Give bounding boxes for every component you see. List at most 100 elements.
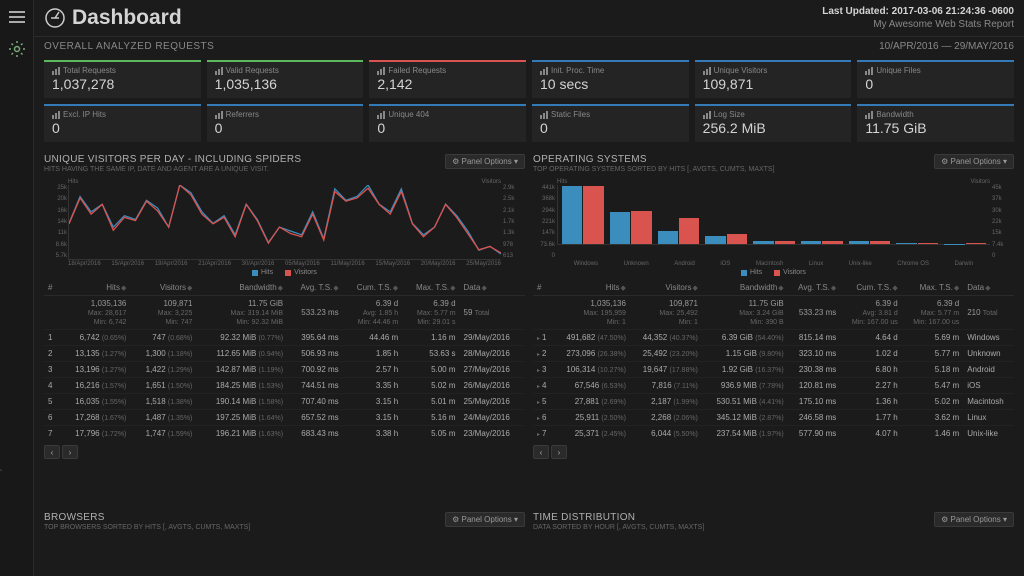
stat-value: 2,142 (377, 76, 518, 92)
line-chart: 25k20k16k14k11k8.6k5.7k 2.9k2.5k2.1k1.7k… (68, 185, 501, 260)
column-header[interactable]: # (533, 280, 553, 296)
stat-card: Unique Visitors109,871 (695, 60, 852, 98)
column-header[interactable]: Avg. T.S.◆ (287, 280, 343, 296)
stat-label: Unique 404 (377, 110, 518, 119)
chart-icon (703, 111, 711, 119)
chart-icon (52, 111, 60, 119)
column-header[interactable]: Data◆ (460, 280, 525, 296)
table-row: 516,035 (1.55%)1,518 (1.38%)190.14 MiB (… (44, 394, 525, 410)
chart-icon (703, 67, 711, 75)
gear-icon[interactable] (8, 40, 26, 58)
table-row: ▸625,911 (2.50%)2,268 (2.06%)345.12 MiB … (533, 410, 1014, 426)
table-row: ▸725,371 (2.45%)6,044 (5.50%)237.54 MiB … (533, 426, 1014, 442)
panel-title: OPERATING SYSTEMS (533, 154, 775, 165)
stats-grid: Total Requests1,037,278 Valid Requests1,0… (34, 56, 1024, 146)
prev-button[interactable]: ‹ (533, 445, 549, 459)
chart-icon (540, 111, 548, 119)
table-row: 16,742 (0.65%)747 (0.68%)92.32 MiB (0.77… (44, 330, 525, 346)
bar-visitors (631, 211, 651, 244)
column-header[interactable]: Cum. T.S.◆ (840, 280, 901, 296)
next-button[interactable]: › (62, 445, 78, 459)
bar-hits (658, 231, 678, 244)
bar-visitors (918, 243, 938, 244)
bar-hits (801, 241, 821, 244)
panel-options-button[interactable]: ⚙ Panel Options ▾ (934, 154, 1014, 169)
expand-icon[interactable]: ▸ (537, 368, 540, 374)
stat-label: Bandwidth (865, 110, 1006, 119)
column-header[interactable]: # (44, 280, 59, 296)
bar-hits (705, 236, 725, 244)
chart-icon (215, 67, 223, 75)
expand-icon[interactable]: ▸ (537, 416, 540, 422)
panel-subtitle: TOP OPERATING SYSTEMS SORTED BY HITS [, … (533, 166, 775, 173)
stat-card: Unique Files0 (857, 60, 1014, 98)
table-row: 416,216 (1.57%)1,651 (1.50%)184.25 MiB (… (44, 378, 525, 394)
main-content: Dashboard Last Updated: 2017-03-06 21:24… (34, 0, 1024, 576)
chart-icon (865, 67, 873, 75)
column-header[interactable]: Bandwidth◆ (702, 280, 788, 296)
chart-icon (377, 67, 385, 75)
table-row: 213,135 (1.27%)1,300 (1.18%)112.65 MiB (… (44, 346, 525, 362)
next-button[interactable]: › (551, 445, 567, 459)
panel-subtitle: HITS HAVING THE SAME IP, DATE AND AGENT … (44, 166, 301, 173)
stat-label: Unique Visitors (703, 66, 844, 75)
prev-button[interactable]: ‹ (44, 445, 60, 459)
stat-value: 1,035,136 (215, 76, 356, 92)
visitors-table: #Hits◆Visitors◆Bandwidth◆Avg. T.S.◆Cum. … (44, 280, 525, 441)
panel-options-button[interactable]: ⚙ Panel Options ▾ (445, 154, 525, 169)
column-header[interactable]: Cum. T.S.◆ (343, 280, 403, 296)
chart-icon (865, 111, 873, 119)
stat-label: Valid Requests (215, 66, 356, 75)
stat-label: Total Requests (52, 66, 193, 75)
stat-label: Static Files (540, 110, 681, 119)
stat-value: 109,871 (703, 76, 844, 92)
stat-label: Excl. IP Hits (52, 110, 193, 119)
bar-visitors (966, 243, 986, 244)
stat-card: Static Files0 (532, 104, 689, 142)
stat-value: 11.75 GiB (865, 120, 1006, 136)
expand-icon[interactable]: ▸ (537, 336, 540, 342)
stat-card: Excl. IP Hits0 (44, 104, 201, 142)
column-header[interactable]: Max. T.S.◆ (402, 280, 459, 296)
menu-icon[interactable] (8, 8, 26, 26)
panel-options-button[interactable]: ⚙ Panel Options ▾ (445, 512, 525, 527)
column-header[interactable]: Hits◆ (59, 280, 130, 296)
report-name: My Awesome Web Stats Report (822, 19, 1014, 30)
bar-visitors (775, 241, 795, 244)
stat-label: Unique Files (865, 66, 1006, 75)
chart-icon (52, 67, 60, 75)
expand-icon[interactable]: ▸ (537, 432, 540, 438)
expand-icon[interactable]: ▸ (537, 400, 540, 406)
bar-hits (562, 186, 582, 244)
expand-icon[interactable]: ▸ (537, 384, 540, 390)
summary-row: 1,035,136Max: 28,617Min: 6,742109,871Max… (44, 296, 525, 330)
bar-hits (896, 243, 916, 244)
table-row: ▸2273,096 (26.38%)25,492 (23.20%)1.15 Gi… (533, 346, 1014, 362)
column-header[interactable]: Max. T.S.◆ (902, 280, 963, 296)
stat-label: Failed Requests (377, 66, 518, 75)
table-row: 617,268 (1.67%)1,487 (1.35%)197.25 MiB (… (44, 410, 525, 426)
section-title: OVERALL ANALYZED REQUESTS (44, 41, 214, 52)
stat-value: 1,037,278 (52, 76, 193, 92)
column-header[interactable]: Visitors◆ (130, 280, 196, 296)
column-header[interactable]: Visitors◆ (630, 280, 702, 296)
chart-icon (215, 111, 223, 119)
bar-visitors (822, 241, 842, 244)
panel-options-button[interactable]: ⚙ Panel Options ▾ (934, 512, 1014, 527)
bar-visitors (583, 186, 603, 244)
panel-time: TIME DISTRIBUTIONDATA SORTED BY HOUR [, … (533, 510, 1014, 570)
column-header[interactable]: Data◆ (963, 280, 1014, 296)
expand-icon[interactable]: ▸ (537, 352, 540, 358)
stat-value: 0 (215, 120, 356, 136)
column-header[interactable]: Hits◆ (553, 280, 630, 296)
bar-visitors (870, 241, 890, 244)
column-header[interactable]: Bandwidth◆ (196, 280, 287, 296)
column-header[interactable]: Avg. T.S.◆ (788, 280, 841, 296)
bar-chart (557, 185, 990, 245)
stat-value: 0 (865, 76, 1006, 92)
panel-title: UNIQUE VISITORS PER DAY - INCLUDING SPID… (44, 154, 301, 165)
stat-value: 0 (52, 120, 193, 136)
panel-browsers: BROWSERSTOP BROWSERS SORTED BY HITS [, A… (44, 510, 525, 570)
bar-hits (753, 241, 773, 244)
last-updated: Last Updated: 2017-03-06 21:24:36 -0600 (822, 6, 1014, 17)
